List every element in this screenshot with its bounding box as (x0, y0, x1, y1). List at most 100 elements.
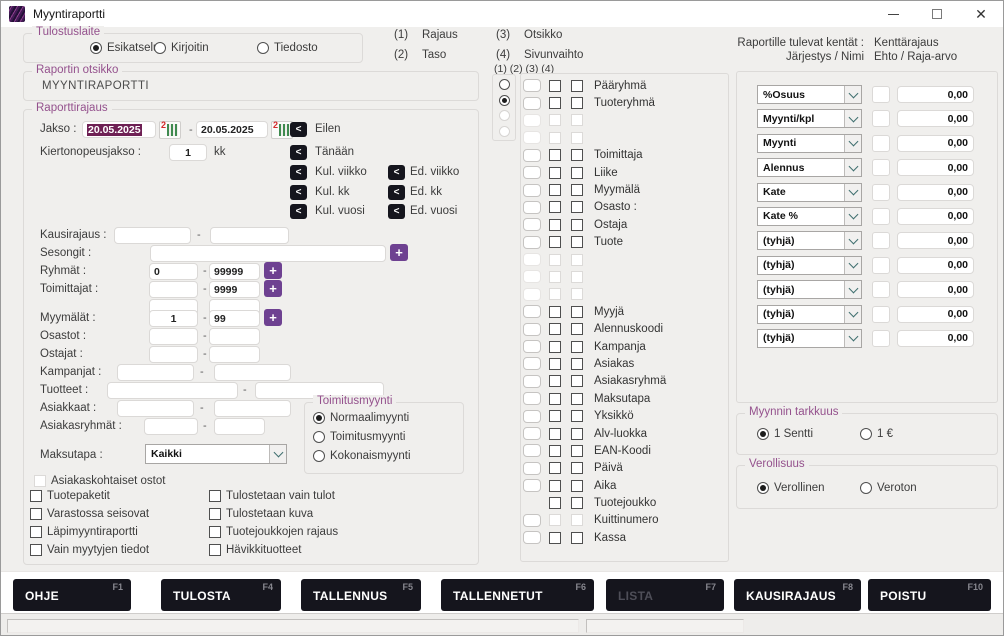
limit-value-field[interactable]: 0,00 (897, 159, 974, 176)
field-dropdown[interactable]: %Osuus (757, 85, 862, 104)
myymalat-from-field[interactable]: 1 (149, 310, 198, 327)
field-dropdown[interactable]: Myynti (757, 134, 862, 153)
sivunvaihto-checkbox[interactable] (571, 393, 583, 405)
sivunvaihto-checkbox[interactable] (571, 271, 583, 283)
action-button[interactable]: TALLENNUS F5 (301, 579, 421, 611)
sivunvaihto-checkbox[interactable] (571, 410, 583, 422)
row-color-button[interactable] (523, 201, 541, 214)
row-color-button[interactable] (523, 531, 541, 544)
otsikko-checkbox[interactable] (549, 254, 561, 266)
radio-verollinen[interactable]: Verollinen (757, 482, 825, 494)
chevron-down-icon[interactable] (844, 135, 861, 152)
otsikko-checkbox[interactable] (549, 462, 561, 474)
checkbox-row[interactable]: Tuotepaketit (30, 487, 149, 505)
maksutapa-dropdown[interactable]: Kaikki (145, 444, 287, 464)
limit-value-field[interactable]: 0,00 (897, 306, 974, 323)
sivunvaihto-checkbox[interactable] (571, 462, 583, 474)
sivunvaihto-checkbox[interactable] (571, 149, 583, 161)
otsikko-checkbox[interactable] (549, 167, 561, 179)
jakso-from-field[interactable]: 20.05.2025 (82, 121, 156, 138)
taso-radio-row[interactable] (493, 124, 515, 140)
chevron-down-icon[interactable] (844, 306, 861, 323)
otsikko-checkbox[interactable] (549, 428, 561, 440)
otsikko-checkbox[interactable] (549, 393, 561, 405)
asiakasryhmat-from-field[interactable] (144, 418, 198, 435)
row-color-button[interactable] (523, 97, 541, 110)
toimittajat-from-field[interactable] (149, 281, 198, 298)
condition-field[interactable] (872, 159, 890, 176)
limit-value-field[interactable]: 0,00 (897, 110, 974, 127)
action-button[interactable]: LISTA F7 (606, 579, 724, 611)
osastot-from-field[interactable] (149, 328, 198, 345)
row-color-button[interactable] (523, 184, 541, 197)
field-dropdown[interactable]: (tyhjä) (757, 329, 862, 348)
osastot-to-field[interactable] (209, 328, 260, 345)
action-button[interactable]: KAUSIRAJAUS F8 (734, 579, 861, 611)
otsikko-checkbox[interactable] (549, 323, 561, 335)
tuotteet-from-field[interactable] (107, 382, 238, 399)
sivunvaihto-checkbox[interactable] (571, 358, 583, 370)
sivunvaihto-checkbox[interactable] (571, 114, 583, 126)
row-color-button[interactable] (523, 79, 541, 92)
ostajat-from-field[interactable] (149, 346, 198, 363)
limit-value-field[interactable]: 0,00 (897, 232, 974, 249)
date-picker-icon[interactable]: 2 (159, 121, 181, 139)
chevron-down-icon[interactable] (269, 445, 286, 463)
checkbox-row[interactable]: Tuotejoukkojen rajaus (209, 523, 338, 541)
otsikko-checkbox[interactable] (549, 497, 561, 509)
chevron-down-icon[interactable] (844, 184, 861, 201)
condition-field[interactable] (872, 306, 890, 323)
radio-veroton[interactable]: Veroton (860, 482, 917, 494)
field-dropdown[interactable]: Kate % (757, 207, 862, 226)
checkbox-row[interactable]: Läpimyyntiraportti (30, 523, 149, 541)
condition-field[interactable] (872, 184, 890, 201)
limit-value-field[interactable]: 0,00 (897, 257, 974, 274)
chevron-down-icon[interactable] (844, 257, 861, 274)
sivunvaihto-checkbox[interactable] (571, 254, 583, 266)
kausirajaus-to-field[interactable] (210, 227, 289, 244)
radio-esikatselu[interactable]: Esikatselu (90, 42, 159, 54)
sivunvaihto-checkbox[interactable] (571, 306, 583, 318)
field-dropdown[interactable]: Kate (757, 183, 862, 202)
field-dropdown[interactable]: Alennus (757, 158, 862, 177)
ryhmat-to-field[interactable]: 99999 (209, 263, 260, 280)
sivunvaihto-checkbox[interactable] (571, 480, 583, 492)
kampanjat-from-field[interactable] (117, 364, 194, 381)
condition-field[interactable] (872, 135, 890, 152)
otsikko-checkbox[interactable] (549, 184, 561, 196)
condition-field[interactable] (872, 257, 890, 274)
row-color-button[interactable] (523, 236, 541, 249)
condition-field[interactable] (872, 232, 890, 249)
field-dropdown[interactable]: (tyhjä) (757, 280, 862, 299)
ryhmat-add-button[interactable]: + (264, 262, 282, 279)
radio-toimitusmyynti[interactable]: Toimitusmyynti (313, 431, 405, 443)
row-color-button[interactable] (523, 131, 541, 144)
kiertonopeusjakso-field[interactable]: 1 (169, 144, 207, 161)
close-button[interactable]: ✕ (959, 1, 1003, 27)
row-color-button[interactable] (523, 218, 541, 231)
row-color-button[interactable] (523, 462, 541, 475)
radio-tiedosto[interactable]: Tiedosto (257, 42, 318, 54)
row-color-button[interactable] (523, 514, 541, 527)
tanaan-button[interactable]: < (290, 145, 307, 160)
condition-field[interactable] (872, 281, 890, 298)
sivunvaihto-checkbox[interactable] (571, 184, 583, 196)
row-color-button[interactable] (523, 114, 541, 127)
action-button[interactable]: OHJE F1 (13, 579, 131, 611)
checkbox-row[interactable]: Tulostetaan kuva (209, 505, 338, 523)
myymalat-to-field[interactable]: 99 (209, 310, 260, 327)
taso-radio-row[interactable] (493, 77, 515, 93)
limit-value-field[interactable]: 0,00 (897, 86, 974, 103)
sivunvaihto-checkbox[interactable] (571, 428, 583, 440)
limit-value-field[interactable]: 0,00 (897, 184, 974, 201)
sivunvaihto-checkbox[interactable] (571, 341, 583, 353)
row-color-button[interactable] (523, 444, 541, 457)
otsikko-checkbox[interactable] (549, 532, 561, 544)
sesongit-add-button[interactable]: + (390, 244, 408, 261)
radio-normaalimyynti[interactable]: Normaalimyynti (313, 412, 409, 424)
radio-1euro[interactable]: 1 € (860, 428, 893, 440)
asiakkaat-from-field[interactable] (117, 400, 194, 417)
ed-kk-button[interactable]: < (388, 185, 405, 200)
row-color-button[interactable] (523, 427, 541, 440)
chevron-down-icon[interactable] (844, 86, 861, 103)
